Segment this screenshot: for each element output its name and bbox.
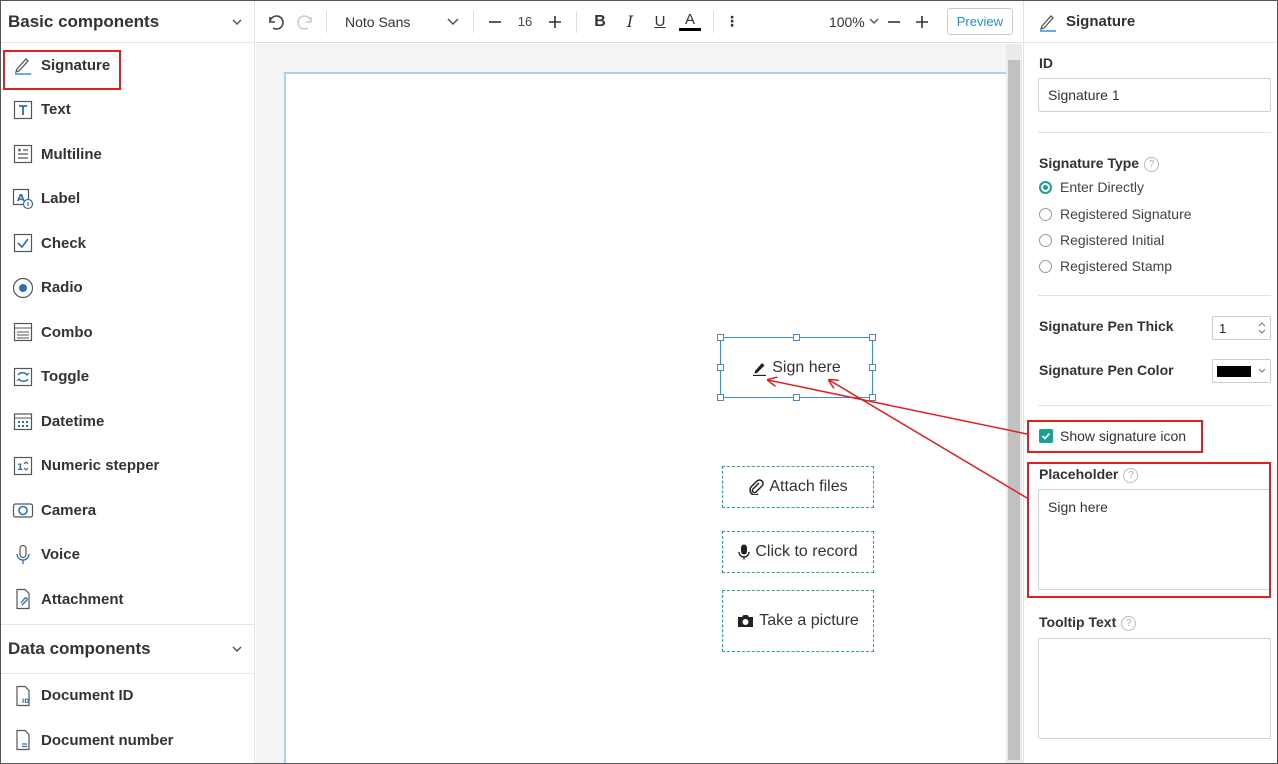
- arrow-to-signature-icon: [768, 380, 1028, 435]
- annotation-arrows: [0, 0, 1028, 499]
- arrow-to-placeholder-text: [829, 380, 1028, 499]
